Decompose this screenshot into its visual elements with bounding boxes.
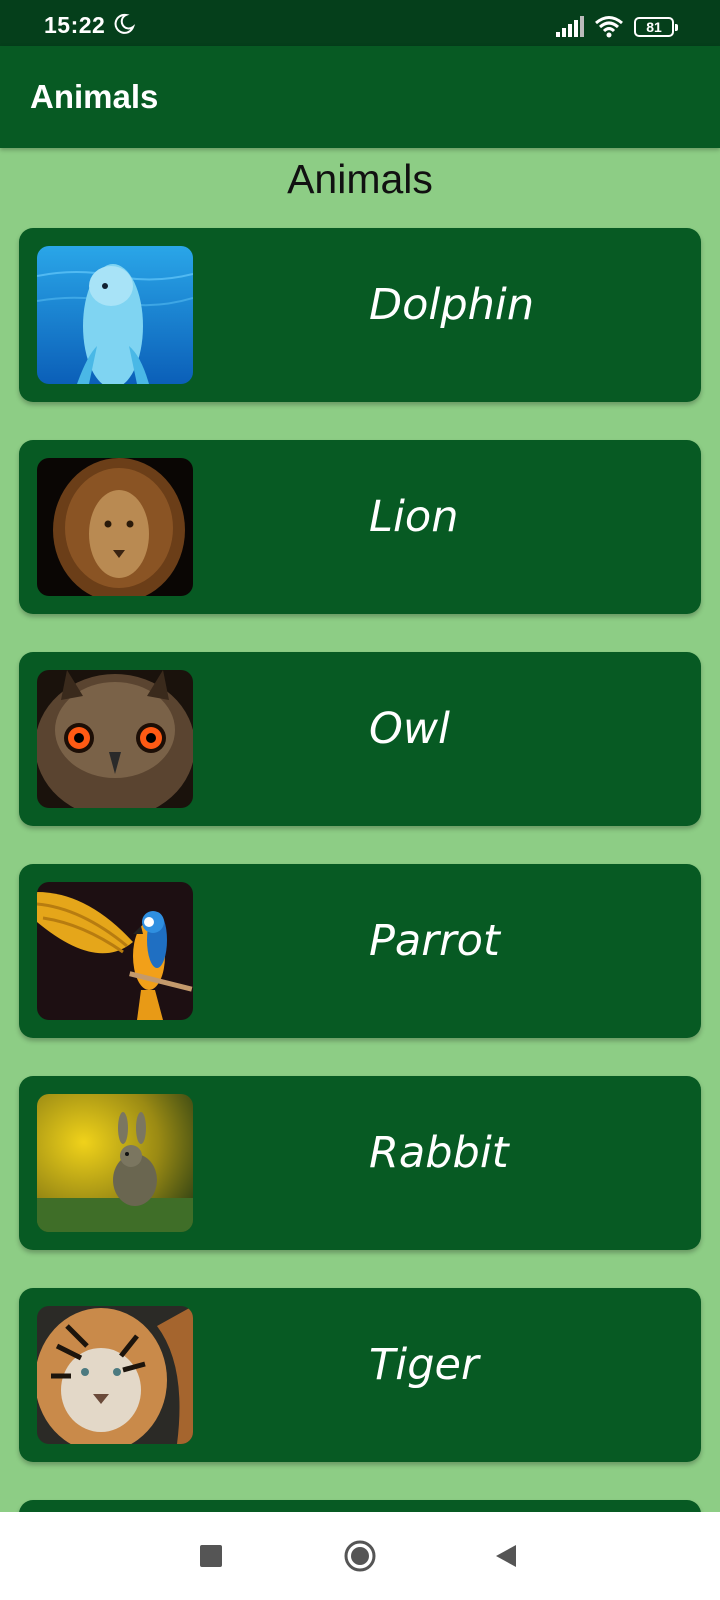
lion-photo	[37, 458, 193, 596]
recent-apps-icon[interactable]	[200, 1545, 222, 1567]
animal-card-partial[interactable]	[19, 1500, 701, 1512]
animal-card-lion[interactable]: Lion	[19, 440, 701, 614]
parrot-photo	[37, 882, 193, 1020]
animal-card-dolphin[interactable]: Dolphin	[19, 228, 701, 402]
animal-name: Tiger	[369, 1340, 479, 1390]
animal-name: Rabbit	[369, 1128, 509, 1178]
rabbit-photo	[37, 1094, 193, 1232]
owl-photo	[37, 670, 193, 808]
animal-name: Dolphin	[369, 280, 535, 330]
dolphin-photo	[37, 246, 193, 384]
animal-card-owl[interactable]: Owl	[19, 652, 701, 826]
home-icon[interactable]	[344, 1540, 376, 1572]
animal-card-tiger[interactable]: Tiger	[19, 1288, 701, 1462]
page-heading: Animals	[287, 156, 433, 202]
animal-name: Owl	[369, 704, 450, 754]
animal-card-rabbit[interactable]: Rabbit	[19, 1076, 701, 1250]
tiger-photo	[37, 1306, 193, 1444]
animal-card-parrot[interactable]: Parrot	[19, 864, 701, 1038]
animal-name: Parrot	[369, 916, 500, 966]
back-icon[interactable]	[494, 1543, 518, 1569]
animal-list[interactable]: Animals Dolphin Lion Owl Parrot Rabbit T…	[0, 0, 720, 1512]
animal-name: Lion	[369, 492, 459, 542]
